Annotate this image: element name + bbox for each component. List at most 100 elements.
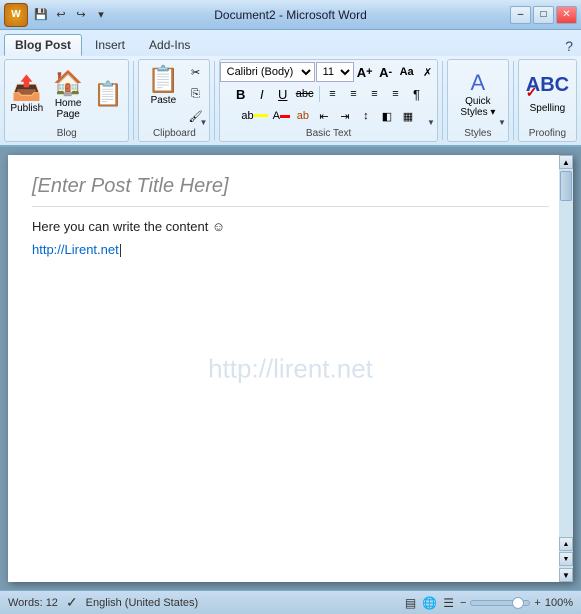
align-left-button[interactable]: ≡ [323,84,343,104]
link-text[interactable]: http://Lirent.net [32,242,119,257]
change-case-button[interactable]: Aa [397,62,417,82]
save-button[interactable]: 💾 [32,6,50,24]
clipboard-group-label: Clipboard [153,126,196,139]
show-hide-button[interactable]: ¶ [407,84,427,104]
quick-styles-icon: A [471,70,486,96]
scrollbar[interactable]: ▲ ▲ ▼ ▼ [559,155,573,582]
basic-text-expand-icon[interactable]: ▼ [427,118,435,127]
zoom-slider[interactable] [470,600,530,606]
ribbon: Blog Post Insert Add-Ins ? 📤 Publish 🏠 H… [0,30,581,147]
shading-button[interactable]: ◧ [377,106,397,126]
zoom-percent[interactable]: 100% [545,597,573,609]
font-size-select[interactable]: 11 [316,62,354,82]
status-left: Words: 12 ✓ English (United States) [8,594,198,611]
document-content[interactable]: Here you can write the content ☺ [32,219,549,234]
blog-group-label: Blog [57,126,77,139]
ribbon-tabs: Blog Post Insert Add-Ins ? [0,30,581,56]
publish-button[interactable]: 📤 Publish [6,72,47,116]
publish-icon: 📤 [12,74,42,103]
strikethrough-button[interactable]: abc [294,84,316,104]
help-button[interactable]: ? [561,36,577,56]
text-effects-button[interactable]: ab [293,106,313,126]
cursor [120,244,121,257]
blog-extra-icon: 📋 [93,80,123,109]
sep-inner [319,86,320,102]
zoom-control: − + 100% [460,597,573,609]
styles-group-label: Styles [464,126,491,139]
home-page-button[interactable]: 🏠 HomePage [49,67,87,122]
window-controls: – □ ✕ [510,6,577,24]
redo-button[interactable]: ↪ [72,6,90,24]
quick-styles-button[interactable]: A QuickStyles ▾ [456,68,499,120]
quick-styles-label: QuickStyles ▾ [460,96,495,118]
bold-button[interactable]: B [231,84,251,104]
align-center-button[interactable]: ≡ [344,84,364,104]
zoom-in-button[interactable]: + [534,597,540,609]
view-normal-button[interactable]: ▤ [405,596,416,610]
font-color-button[interactable]: A [271,106,292,126]
minimize-button[interactable]: – [510,6,531,24]
zoom-thumb[interactable] [512,597,524,609]
blog-extra-button[interactable]: 📋 [89,78,127,111]
copy-icon: ⎘ [191,88,200,101]
grow-font-button[interactable]: A+ [355,62,375,82]
scroll-zoom-out[interactable]: ▼ [559,552,573,566]
scroll-up-arrow[interactable]: ▲ [559,155,573,169]
blog-group-content: 📤 Publish 🏠 HomePage 📋 [6,62,127,126]
proofing-group-label: Proofing [529,126,566,139]
basic-text-group: Calibri (Body) 11 A+ A- Aa ✗ B I U abc [219,59,438,142]
tab-blog-post[interactable]: Blog Post [4,34,82,56]
watermark: http://lirent.net [208,353,373,384]
clipboard-right: ✂ ⎘ 🖌 [186,62,206,126]
clear-format-button[interactable]: ✗ [418,62,438,82]
spelling-button[interactable]: ABC ✓ Spelling [522,72,573,116]
document-link[interactable]: http://Lirent.net [32,242,549,257]
undo-button[interactable]: ↩ [52,6,70,24]
tab-add-ins[interactable]: Add-Ins [138,34,201,56]
ribbon-body: 📤 Publish 🏠 HomePage 📋 Blog [0,56,581,145]
document-title-placeholder[interactable]: [Enter Post Title Here] [32,175,549,207]
paste-label: Paste [151,95,177,106]
line-spacing-button[interactable]: ↕ [356,106,376,126]
view-web-button[interactable]: 🌐 [422,596,437,610]
indent-increase-button[interactable]: ⇥ [335,106,355,126]
word-count[interactable]: Words: 12 [8,597,58,609]
status-right: ▤ 🌐 ☰ − + 100% [405,596,573,610]
basic-text-row3: ab A ab ⇤ ⇥ ↕ ◧ ▦ [239,106,418,126]
quick-access-toolbar: 💾 ↩ ↪ ▾ [32,6,110,24]
styles-expand-icon[interactable]: ▼ [498,118,506,127]
cut-icon: ✂ [191,66,200,79]
language[interactable]: English (United States) [86,597,199,609]
tab-insert[interactable]: Insert [84,34,136,56]
close-button[interactable]: ✕ [556,6,577,24]
align-right-button[interactable]: ≡ [365,84,385,104]
styles-group-content: A QuickStyles ▾ [456,62,499,126]
scroll-zoom-in[interactable]: ▲ [559,537,573,551]
underline-button[interactable]: U [273,84,293,104]
font-family-select[interactable]: Calibri (Body) [220,62,315,82]
clipboard-expand-icon[interactable]: ▼ [199,118,207,127]
shrink-font-button[interactable]: A- [376,62,396,82]
sep3 [442,61,443,140]
highlight-button[interactable]: ab [239,106,269,126]
office-button[interactable]: W [4,3,28,27]
justify-button[interactable]: ≡ [386,84,406,104]
indent-decrease-button[interactable]: ⇤ [314,106,334,126]
spell-check-icon[interactable]: ✓ [66,594,78,611]
view-outline-button[interactable]: ☰ [443,596,454,610]
cut-button[interactable]: ✂ [186,62,206,82]
quick-access-dropdown[interactable]: ▾ [92,6,110,24]
maximize-button[interactable]: □ [533,6,554,24]
scroll-thumb[interactable] [560,171,572,201]
paste-button[interactable]: 📋 Paste [143,62,183,108]
publish-label: Publish [10,103,43,114]
document-wrapper: [Enter Post Title Here] Here you can wri… [0,147,581,590]
document-page[interactable]: [Enter Post Title Here] Here you can wri… [8,155,573,582]
italic-button[interactable]: I [252,84,272,104]
proofing-group-content: ABC ✓ Spelling [522,62,573,126]
copy-button[interactable]: ⎘ [186,84,206,104]
borders-button[interactable]: ▦ [398,106,418,126]
scroll-down-arrow[interactable]: ▼ [559,568,573,582]
status-bar: Words: 12 ✓ English (United States) ▤ 🌐 … [0,590,581,614]
zoom-out-button[interactable]: − [460,597,466,609]
